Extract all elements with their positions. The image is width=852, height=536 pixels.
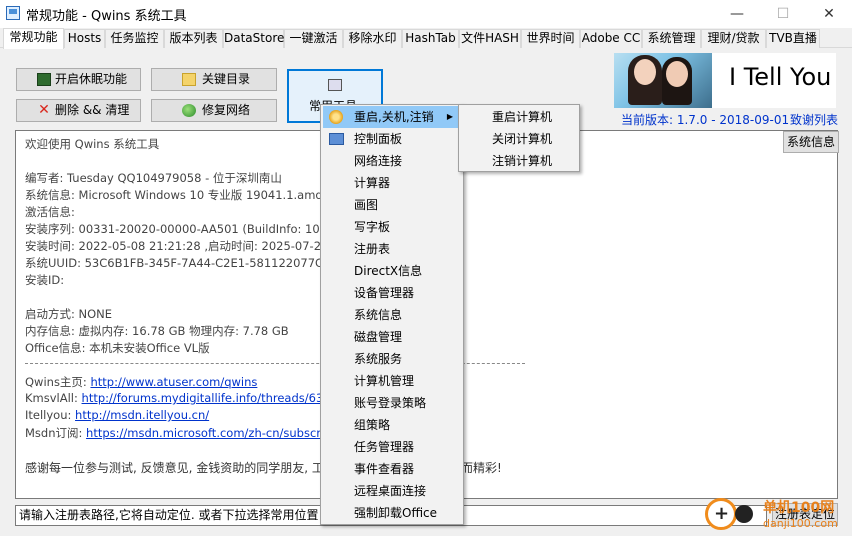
memory-line: 内存信息: 虚拟内存: 16.78 GB 物理内存: 7.78 GB [25,324,289,338]
menu-item-services[interactable]: 系统服务 [323,348,461,370]
image-icon [328,79,342,91]
repair-network-button[interactable]: 修复网络 [151,99,277,122]
watermark-logo-icon: + [705,498,737,530]
menu-item-calculator[interactable]: 计算器 [323,172,461,194]
menu-item-wordpad[interactable]: 写字板 [323,216,461,238]
tab-activate[interactable]: 一键激活 [284,29,343,48]
submenu-arrow-icon: ▶ [446,112,453,121]
menu-item-group-policy[interactable]: 组策略 [323,414,461,436]
window-title: 常规功能 - Qwins 系统工具 [26,9,187,24]
watermark-dot-icon [735,505,753,523]
folder-icon [182,73,196,86]
thanks-text-tail: 而精彩! [461,461,502,475]
maximize-button[interactable]: ☐ [760,0,806,28]
enable-hibernate-button[interactable]: 开启休眠功能 [16,68,141,91]
tab-datastore[interactable]: DataStore [223,29,284,48]
console-icon [37,73,51,86]
install-id-line: 安装ID: [25,273,65,287]
submenu-item-shutdown[interactable]: 关闭计算机 [461,128,577,150]
version-label: 当前版本: 1.7.0 - 2018-09-01 [621,113,790,127]
boot-line: 启动方式: NONE [25,307,113,321]
home-line: Qwins主页: http://www.atuser.com/qwins [25,375,258,389]
tab-world-time[interactable]: 世界时间 [521,29,580,48]
tab-finance[interactable]: 理财/贷款 [701,29,766,48]
menu-item-registry[interactable]: 注册表 [323,238,461,260]
minimize-button[interactable]: — [714,0,760,28]
app-icon [6,6,20,20]
title-bar: 常规功能 - Qwins 系统工具 — ☐ ✕ [0,0,852,28]
install-time-line: 安装时间: 2022-05-08 21:21:28 ,启动时间: 2025-07… [25,239,358,253]
tab-general[interactable]: 常规功能 [3,28,64,49]
menu-item-uninstall-office[interactable]: 强制卸载Office [323,502,461,524]
menu-item-network[interactable]: 网络连接 [323,150,461,172]
banner-photo [614,53,712,108]
close-button[interactable]: ✕ [806,0,852,28]
delete-clean-button[interactable]: ✕ 删除 && 清理 [16,99,141,122]
globe-icon [182,104,196,117]
menu-item-task-manager[interactable]: 任务管理器 [323,436,461,458]
tab-file-hash[interactable]: 文件HASH [459,29,521,48]
tab-hosts[interactable]: Hosts [64,29,105,48]
welcome-text: 欢迎使用 Qwins 系统工具 [25,137,160,151]
menu-item-computer-management[interactable]: 计算机管理 [323,370,461,392]
menu-item-control-panel[interactable]: 控制面板 [323,128,461,150]
tab-system-manage[interactable]: 系统管理 [642,29,701,48]
menu-item-event-viewer[interactable]: 事件查看器 [323,458,461,480]
menu-item-device-manager[interactable]: 设备管理器 [323,282,461,304]
uuid-line: 系统UUID: 53C6B1FB-345F-7A44-C2E1-58112207… [25,256,338,270]
banner: I Tell You [614,53,836,108]
banner-title: I Tell You [729,63,832,91]
delete-icon: ✕ [38,102,50,118]
tab-version-list[interactable]: 版本列表 [164,29,223,48]
home-link[interactable]: http://www.atuser.com/qwins [90,375,257,389]
submenu-item-restart[interactable]: 重启计算机 [461,106,577,128]
menu-item-paint[interactable]: 画图 [323,194,461,216]
power-icon [329,110,343,124]
tab-watermark[interactable]: 移除水印 [343,29,402,48]
menu-item-disk-management[interactable]: 磁盘管理 [323,326,461,348]
menu-item-directx[interactable]: DirectX信息 [323,260,461,282]
tab-task-monitor[interactable]: 任务监控 [105,29,164,48]
system-info-button[interactable]: 系统信息 [783,131,839,153]
control-panel-icon [329,133,344,145]
itellyou-link[interactable]: http://msdn.itellyou.cn/ [75,408,209,422]
restart-submenu: 重启计算机 关闭计算机 注销计算机 [458,104,580,172]
serial-line: 安装序列: 00331-20020-00000-AA501 (BuildInfo… [25,222,364,236]
tab-bar: 常规功能 Hosts 任务监控 版本列表 DataStore 一键激活 移除水印… [0,28,852,49]
menu-item-remote-desktop[interactable]: 远程桌面连接 [323,480,461,502]
tab-tvb-live[interactable]: TVB直播 [766,29,820,48]
activation-line: 激活信息: [25,205,75,219]
submenu-item-logoff[interactable]: 注销计算机 [461,150,577,172]
office-line: Office信息: 本机未安装Office VL版 [25,341,210,355]
thanks-link[interactable]: 致谢列表 [790,111,838,128]
site-watermark: + 单机100网 danji100.com [703,493,852,536]
key-dirs-button[interactable]: 关键目录 [151,68,277,91]
author-line: 编写者: Tuesday QQ104979058 - 位于深圳南山 [25,171,282,185]
menu-item-login-policy[interactable]: 账号登录策略 [323,392,461,414]
sysinfo-line: 系统信息: Microsoft Windows 10 专业版 19041.1.a… [25,188,357,202]
tab-hashtab[interactable]: HashTab [402,29,459,48]
menu-item-restart-shutdown[interactable]: 重启,关机,注销 ▶ [323,106,461,128]
tools-context-menu: 重启,关机,注销 ▶ 控制面板 网络连接 计算器 画图 写字板 注册表 Dire… [320,104,464,525]
tab-adobe-cc[interactable]: Adobe CC [580,29,642,48]
thanks-text: 感谢每一位参与测试, 反馈意见, 金钱资助的同学朋友, 工 [25,461,324,475]
itellyou-line: Itellyou: http://msdn.itellyou.cn/ [25,408,210,422]
msdn-line: Msdn订阅: https://msdn.microsoft.com/zh-cn… [25,426,371,440]
menu-item-system-info[interactable]: 系统信息 [323,304,461,326]
